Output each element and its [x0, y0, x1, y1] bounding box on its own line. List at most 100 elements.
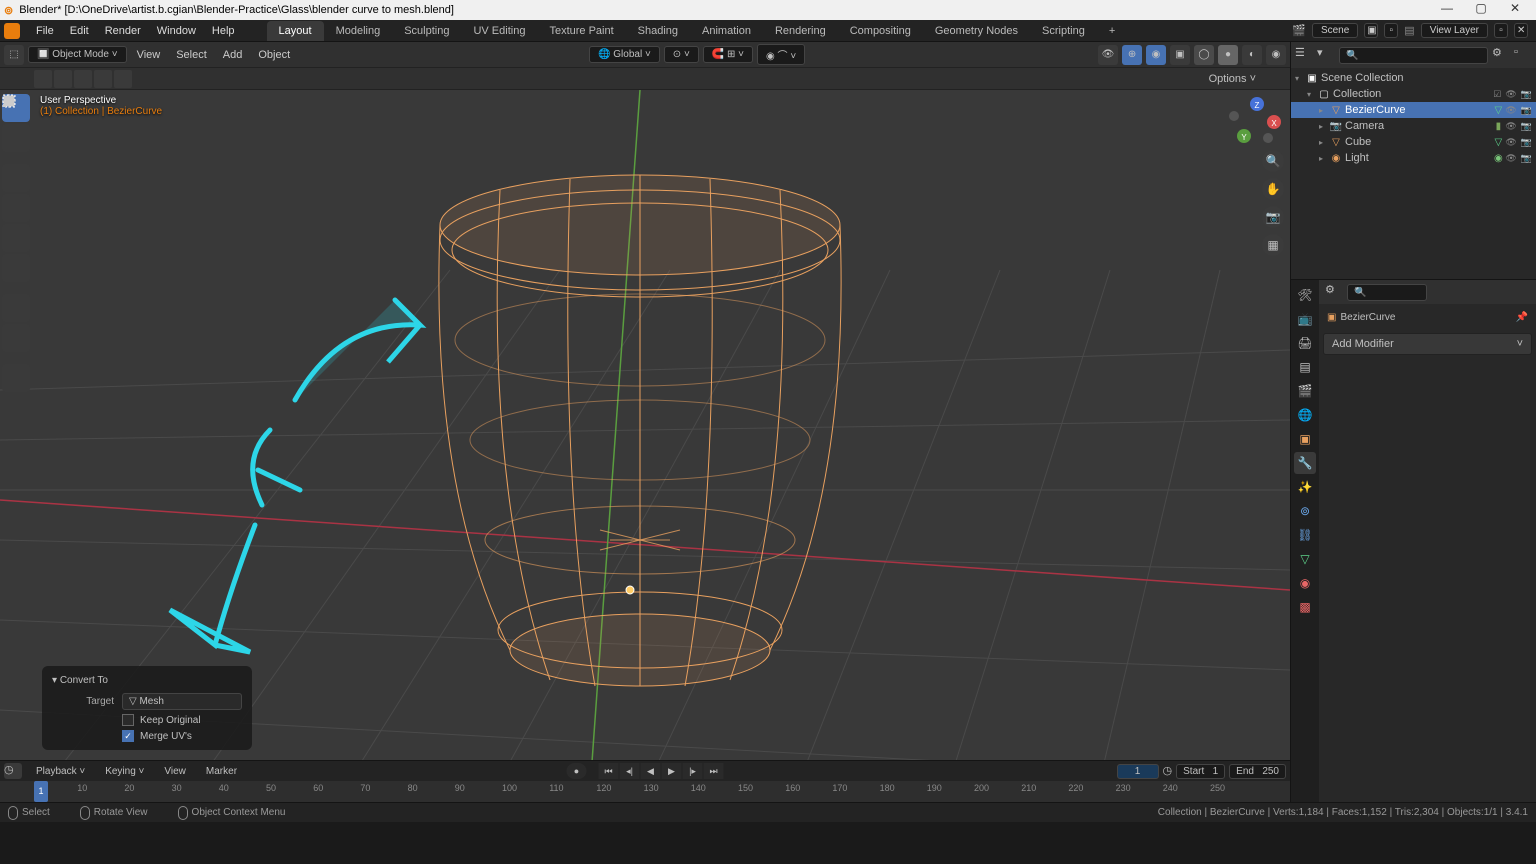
operator-title[interactable]: ▾ Convert To: [52, 672, 242, 689]
tab-compositing[interactable]: Compositing: [838, 21, 923, 41]
select-mode-3[interactable]: [74, 70, 92, 88]
outliner-new-collection[interactable]: ▫: [1514, 46, 1532, 64]
minimize-button[interactable]: —: [1430, 1, 1464, 19]
jump-start-icon[interactable]: ⏮: [599, 763, 619, 779]
select-mode-5[interactable]: [114, 70, 132, 88]
tl-keying[interactable]: Keying ˅: [99, 764, 150, 779]
shading-solid[interactable]: ●: [1218, 45, 1238, 65]
ptab-constraints[interactable]: ⛓: [1294, 524, 1316, 546]
select-mode-4[interactable]: [94, 70, 112, 88]
scene-selector[interactable]: Scene: [1312, 23, 1358, 38]
scene-new-button[interactable]: ▫: [1384, 23, 1398, 38]
op-merge-checkbox[interactable]: ✓: [122, 730, 134, 742]
menu-edit[interactable]: Edit: [62, 22, 97, 40]
header-object[interactable]: Object: [252, 47, 296, 63]
camera-view-icon[interactable]: 📷: [1262, 206, 1284, 228]
play-icon[interactable]: ▶: [662, 763, 682, 779]
ptab-particles[interactable]: ✨: [1294, 476, 1316, 498]
tool-rotate[interactable]: [2, 194, 30, 222]
close-button[interactable]: ✕: [1498, 1, 1532, 19]
op-target-field[interactable]: ▽ Mesh: [122, 693, 242, 710]
tl-marker[interactable]: Marker: [200, 764, 243, 779]
outliner-item-beziercurve[interactable]: ▸ ▽ BezierCurve ▽ 👁📷: [1291, 102, 1536, 118]
menu-file[interactable]: File: [28, 22, 62, 40]
playhead[interactable]: 1: [34, 781, 48, 802]
outliner-item-cube[interactable]: ▸ ▽ Cube ▽ 👁📷: [1291, 134, 1536, 150]
tab-shading[interactable]: Shading: [626, 21, 690, 41]
tab-texture-paint[interactable]: Texture Paint: [537, 21, 625, 41]
tl-view[interactable]: View: [158, 764, 192, 779]
tool-scale[interactable]: [2, 224, 30, 252]
editor-type-icon[interactable]: ⬚: [4, 45, 24, 65]
shading-wireframe[interactable]: ◯: [1194, 45, 1214, 65]
viewlayer-selector[interactable]: View Layer: [1421, 23, 1488, 38]
tab-sculpting[interactable]: Sculpting: [392, 21, 461, 41]
tool-add-cube[interactable]: [2, 364, 30, 392]
jump-end-icon[interactable]: ⏭: [704, 763, 724, 779]
maximize-button[interactable]: ▢: [1464, 1, 1498, 19]
tool-annotate[interactable]: [2, 294, 30, 322]
outliner-scene-collection[interactable]: ▾▣ Scene Collection: [1291, 70, 1536, 86]
outliner-item-camera[interactable]: ▸ 📷 Camera ▮ 👁📷: [1291, 118, 1536, 134]
keyframe-next-icon[interactable]: |▸: [683, 763, 703, 779]
options-dropdown[interactable]: Options ˅: [1209, 73, 1256, 85]
ptab-data[interactable]: ▽: [1294, 548, 1316, 570]
ptab-tool[interactable]: 🛠: [1294, 284, 1316, 306]
pan-icon[interactable]: ✋: [1262, 178, 1284, 200]
outliner-collection[interactable]: ▾ ▢ Collection ☑👁📷: [1291, 86, 1536, 102]
viewport-3d[interactable]: User Perspective (1) Collection | Bezier…: [0, 90, 1290, 760]
header-select[interactable]: Select: [170, 47, 213, 63]
ptab-render[interactable]: 📺: [1294, 308, 1316, 330]
ptab-scene[interactable]: 🎬: [1294, 380, 1316, 402]
menu-render[interactable]: Render: [97, 22, 149, 40]
ptab-viewlayer[interactable]: ▤: [1294, 356, 1316, 378]
viewlayer-new-button[interactable]: ▫: [1494, 23, 1508, 38]
outliner-filter-icon[interactable]: ⚙: [1492, 46, 1510, 64]
properties-search[interactable]: [1347, 284, 1427, 301]
pin-icon[interactable]: 📌: [1516, 312, 1528, 323]
tool-cursor[interactable]: [2, 124, 30, 152]
tool-move[interactable]: [2, 164, 30, 192]
selectability-toggle[interactable]: 👁: [1098, 45, 1118, 65]
end-frame[interactable]: End 250: [1229, 764, 1286, 779]
perspective-toggle-icon[interactable]: ▦: [1262, 234, 1284, 256]
overlay-toggle[interactable]: ◉: [1146, 45, 1166, 65]
tab-add[interactable]: +: [1097, 21, 1127, 41]
outliner-item-light[interactable]: ▸ ◉ Light ◉ 👁📷: [1291, 150, 1536, 166]
outliner-display-mode[interactable]: ▾: [1317, 46, 1335, 64]
select-mode-1[interactable]: [34, 70, 52, 88]
timeline-ruler[interactable]: 1 10203040506070809010011012013014015016…: [0, 781, 1290, 802]
tab-rendering[interactable]: Rendering: [763, 21, 838, 41]
header-view[interactable]: View: [131, 47, 167, 63]
timeline-editor-icon[interactable]: ◷: [4, 763, 22, 779]
tab-uv-editing[interactable]: UV Editing: [461, 21, 537, 41]
ptab-physics[interactable]: ⊚: [1294, 500, 1316, 522]
outliner-search[interactable]: [1339, 47, 1488, 64]
outliner-editor-icon[interactable]: ☰: [1295, 46, 1313, 64]
xray-toggle[interactable]: ▣: [1170, 45, 1190, 65]
ptab-output[interactable]: 🖨: [1294, 332, 1316, 354]
ptab-material[interactable]: ◉: [1294, 572, 1316, 594]
nav-gizmo[interactable]: X Y Z: [1224, 94, 1286, 156]
menu-window[interactable]: Window: [149, 22, 204, 40]
tool-measure[interactable]: [2, 324, 30, 352]
ptab-modifiers[interactable]: 🔧: [1294, 452, 1316, 474]
header-add[interactable]: Add: [217, 47, 249, 63]
scene-browse-button[interactable]: ▣: [1364, 23, 1378, 38]
zoom-icon[interactable]: 🔍: [1262, 150, 1284, 172]
tl-playback[interactable]: Playback ˅: [30, 764, 91, 779]
shading-material[interactable]: ◐: [1242, 45, 1262, 65]
op-keep-checkbox[interactable]: [122, 714, 134, 726]
app-icon[interactable]: [4, 23, 20, 39]
tab-modeling[interactable]: Modeling: [324, 21, 393, 41]
tool-transform[interactable]: [2, 254, 30, 282]
shading-rendered[interactable]: ◉: [1266, 45, 1286, 65]
add-modifier-button[interactable]: Add Modifier ˅: [1323, 333, 1532, 355]
proportional-edit[interactable]: ◉ ⌒ ˅: [757, 44, 805, 65]
autokey-icon[interactable]: ●: [567, 763, 587, 779]
mode-selector[interactable]: 🔲 Object Mode ˅: [28, 46, 127, 63]
current-frame[interactable]: 1: [1117, 764, 1159, 779]
ptab-world[interactable]: 🌐: [1294, 404, 1316, 426]
gizmo-toggle[interactable]: ⊕: [1122, 45, 1142, 65]
start-frame[interactable]: Start 1: [1176, 764, 1225, 779]
